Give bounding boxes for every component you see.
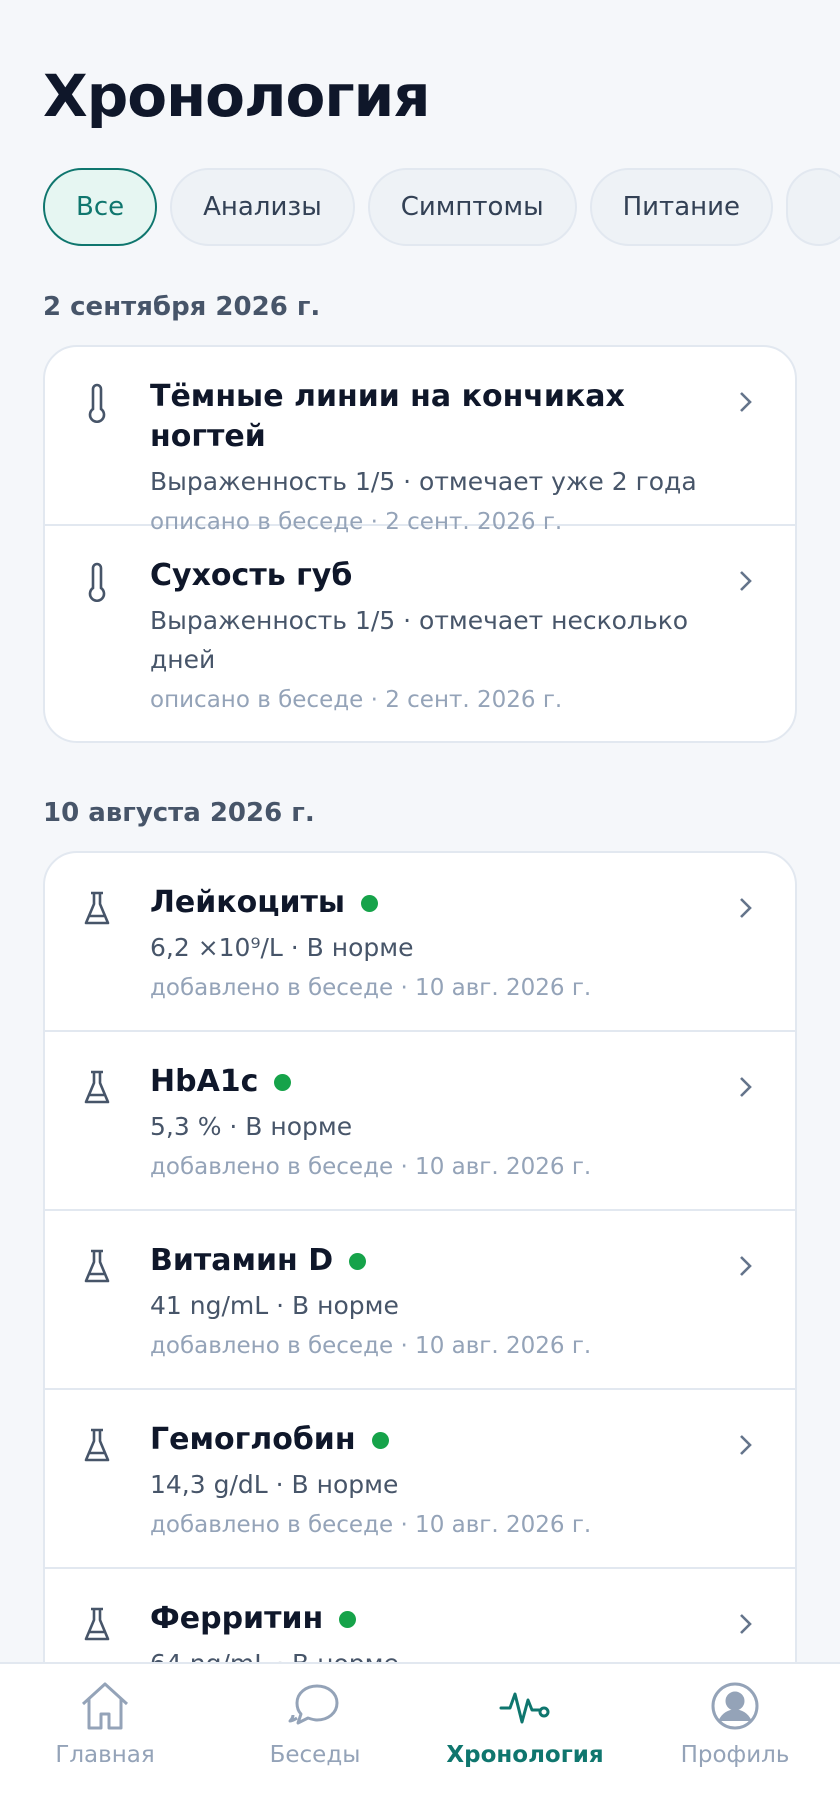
tab-label: Хронология: [446, 1742, 604, 1768]
tab-label: Главная: [55, 1742, 155, 1768]
page-title: Хронология: [43, 62, 431, 130]
status-dot: [371, 1431, 389, 1449]
item-title: Лейкоциты: [150, 885, 346, 920]
item-meta: добавлено в беседе · 10 авг. 2026 г.: [150, 1333, 592, 1359]
section-date: 10 августа 2026 г.: [43, 798, 315, 828]
tab-home[interactable]: Главная: [0, 1678, 210, 1768]
filter-chip-more[interactable]: [786, 168, 840, 246]
flask-icon: [84, 1070, 110, 1104]
flask-icon: [84, 891, 110, 925]
tab-profile[interactable]: Профиль: [630, 1678, 840, 1768]
timeline-item[interactable]: Лейкоциты 6,2 ×10⁹/L · В норме добавлено…: [45, 853, 795, 1032]
flask-icon: [84, 1428, 110, 1462]
timeline-item[interactable]: Витамин D 41 ng/mL · В норме добавлено в…: [45, 1211, 795, 1390]
filter-chip-tests[interactable]: Анализы: [170, 168, 355, 246]
timeline-card: Лейкоциты 6,2 ×10⁹/L · В норме добавлено…: [43, 851, 797, 1662]
flask-icon: [84, 1249, 110, 1283]
item-title: Витамин D: [150, 1243, 334, 1278]
item-title: Сухость губ: [150, 558, 353, 593]
timeline-item[interactable]: Ферритин 64 ng/mL · В норме: [45, 1569, 795, 1662]
item-title: Тёмные линии на кончиках ногтей: [150, 379, 625, 454]
chevron-right-icon: [740, 392, 752, 412]
item-title: Гемоглобин: [150, 1422, 356, 1457]
filter-chips: Все Анализы Симптомы Питание: [43, 168, 840, 246]
bottom-tab-bar: Главная Беседы Хронология Профиль: [0, 1662, 840, 1818]
item-title: Ферритин: [150, 1601, 324, 1636]
pulse-icon: [499, 1692, 550, 1724]
item-meta: добавлено в беседе · 10 авг. 2026 г.: [150, 1154, 592, 1180]
status-dot: [339, 1610, 357, 1628]
item-subtitle: Выраженность 1/5 · отмечает уже 2 года: [150, 467, 697, 496]
item-meta: добавлено в беседе · 10 авг. 2026 г.: [150, 1512, 592, 1538]
item-subtitle: 5,3 % · В норме: [150, 1112, 353, 1141]
item-subtitle: 41 ng/mL · В норме: [150, 1291, 399, 1320]
thermometer-icon: [88, 562, 106, 602]
status-dot: [349, 1252, 367, 1270]
item-subtitle: 14,3 g/dL · В норме: [150, 1470, 399, 1499]
status-dot: [274, 1073, 292, 1091]
tab-timeline[interactable]: Хронология: [420, 1678, 630, 1768]
thermometer-icon: [88, 383, 106, 423]
item-subtitle: Выраженность 1/5 · отмечает несколько дн…: [150, 606, 689, 674]
timeline-item[interactable]: Гемоглобин 14,3 g/dL · В норме добавлено…: [45, 1390, 795, 1569]
chevron-right-icon: [740, 1435, 752, 1455]
status-dot: [361, 894, 379, 912]
chat-icon: [288, 1684, 339, 1725]
item-meta: описано в беседе · 2 сент. 2026 г.: [150, 687, 563, 713]
item-subtitle: 64 ng/mL · В норме: [150, 1644, 715, 1662]
flask-icon: [84, 1607, 110, 1641]
filter-chip-symptoms[interactable]: Симптомы: [367, 168, 577, 246]
chevron-right-icon: [740, 1614, 752, 1634]
tab-label: Профиль: [680, 1742, 790, 1768]
item-subtitle: 6,2 ×10⁹/L · В норме: [150, 933, 414, 962]
home-icon: [81, 1682, 129, 1730]
chevron-right-icon: [740, 571, 752, 591]
section-date: 2 сентября 2026 г.: [43, 292, 321, 322]
tab-label: Беседы: [269, 1742, 361, 1768]
chevron-right-icon: [740, 898, 752, 918]
profile-icon: [711, 1682, 759, 1730]
timeline-item[interactable]: Сухость губ Выраженность 1/5 · отмечает …: [45, 526, 795, 741]
item-meta: добавлено в беседе · 10 авг. 2026 г.: [150, 975, 592, 1001]
timeline-item[interactable]: HbA1c 5,3 % · В норме добавлено в беседе…: [45, 1032, 795, 1211]
chevron-right-icon: [740, 1256, 752, 1276]
timeline-scroll-area[interactable]: Хронология Все Анализы Симптомы Питание 2 с…: [0, 0, 840, 1662]
chevron-right-icon: [740, 1077, 752, 1097]
item-title: HbA1c: [150, 1064, 259, 1099]
timeline-card: Тёмные линии на кончиках ногтей Выраженн…: [43, 345, 797, 743]
tab-chats[interactable]: Беседы: [210, 1678, 420, 1768]
filter-chip-all[interactable]: Все: [43, 168, 158, 246]
timeline-item[interactable]: Тёмные линии на кончиках ногтей Выраженн…: [45, 347, 795, 535]
filter-chip-nutrition[interactable]: Питание: [589, 168, 774, 246]
